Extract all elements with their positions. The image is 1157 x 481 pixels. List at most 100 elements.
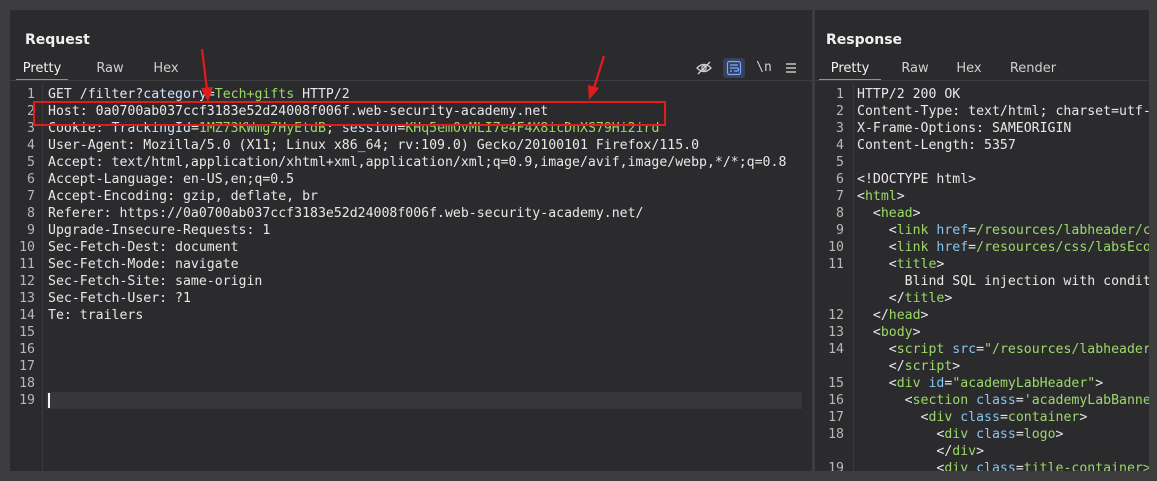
tab-request-pretty[interactable]: Pretty: [16, 58, 68, 81]
code-token: >: [936, 257, 945, 272]
code-token: div: [952, 444, 977, 459]
code-token: >: [920, 308, 929, 323]
code-token: head: [880, 206, 913, 221]
line-number: 14: [19, 308, 35, 323]
code-token: >: [944, 291, 953, 306]
cookie-highlight-box: [33, 101, 666, 126]
code-token: HTTP/2 200 OK: [857, 87, 961, 102]
gutter-divider: [42, 83, 43, 471]
code-token: </: [857, 359, 905, 374]
line-number: 16: [19, 342, 35, 357]
tab-response-raw[interactable]: Raw: [893, 58, 937, 79]
line-text: </script>: [857, 358, 960, 375]
line-text: Content-Type: text/html; charset=utf-8: [857, 103, 1149, 120]
code-token: href: [928, 223, 969, 238]
code-token: div: [944, 427, 969, 442]
line-text: Blind SQL injection with conditional res…: [857, 273, 1149, 290]
code-token: <: [857, 223, 897, 238]
code-token: </: [857, 291, 905, 306]
line-text: Sec-Fetch-Dest: document: [48, 239, 239, 256]
code-token: Sec-Fetch-Dest: document: [48, 240, 239, 255]
line-text: <div class=container>: [857, 409, 1088, 426]
code-token: =: [968, 240, 977, 255]
code-token: GET /filter?: [48, 87, 144, 102]
code-token: div: [944, 461, 969, 471]
code-token: =: [1015, 427, 1024, 442]
eye-off-icon[interactable]: [693, 58, 715, 78]
code-token: Accept-Language: en-US,en;q=0.5: [48, 172, 295, 187]
line-number: 19: [19, 393, 35, 408]
menu-icon[interactable]: [781, 58, 801, 78]
line-text: <script src="/resources/labheader/js/lab…: [857, 341, 1149, 358]
tab-response-render[interactable]: Render: [1003, 58, 1063, 79]
code-token: Blind SQL injection with conditional res…: [904, 274, 1149, 289]
code-token: src: [944, 342, 977, 357]
tab-divider: [815, 80, 1149, 81]
code-token: >: [912, 325, 921, 340]
current-line-highlight: [46, 392, 802, 409]
line-text: <link href=/resources/labheader/css/acad…: [857, 222, 1149, 239]
code-token: <: [857, 189, 865, 204]
wrap-lines-icon[interactable]: [723, 58, 745, 78]
red-arrow-icon: [200, 48, 213, 102]
newline-icon[interactable]: \n: [753, 58, 775, 78]
code-token: link: [896, 223, 929, 238]
line-text: <link href=/resources/css/labsEcommerce.…: [857, 239, 1149, 256]
code-token: Sec-Fetch-Site: same-origin: [48, 274, 263, 289]
code-token: =: [968, 223, 977, 238]
line-number: 18: [19, 376, 35, 391]
code-token: "/resources/labheader/js/labHeader.js": [984, 342, 1149, 357]
line-number: 10: [19, 240, 35, 255]
tab-request-hex[interactable]: Hex: [143, 58, 189, 79]
code-token: /resources/labheader/css/academyLabHeade…: [976, 223, 1149, 238]
line-text: </div>: [857, 443, 984, 460]
code-token: "academyLabHeader": [952, 376, 1096, 391]
line-number: 18: [828, 427, 844, 442]
tab-request-raw[interactable]: Raw: [84, 58, 136, 79]
request-editor[interactable]: 1 GET /filter?category=Tech+gifts HTTP/2 2…: [10, 83, 812, 471]
line-number: 5: [836, 155, 844, 170]
code-token: div: [896, 376, 921, 391]
tab-response-pretty[interactable]: Pretty: [819, 58, 881, 81]
code-token: >: [952, 359, 961, 374]
code-token: title: [904, 291, 945, 306]
line-number: 1: [836, 87, 844, 102]
code-token: <: [857, 427, 945, 442]
line-text: X-Frame-Options: SAMEORIGIN: [857, 120, 1071, 137]
code-token: </: [857, 444, 953, 459]
gutter-divider: [853, 83, 854, 471]
line-number: 8: [27, 206, 35, 221]
code-token: title: [896, 257, 937, 272]
line-number: 15: [19, 325, 35, 340]
line-number: 4: [836, 138, 844, 153]
line-number: 7: [27, 189, 35, 204]
code-token: title-container>: [1023, 461, 1149, 471]
line-number: 1: [27, 87, 35, 102]
line-number: 9: [27, 223, 35, 238]
code-token: class: [968, 393, 1016, 408]
line-number: 9: [836, 223, 844, 238]
line-number: 8: [836, 206, 844, 221]
response-editor[interactable]: 1 HTTP/2 200 OK 2 Content-Type: text/html; …: [815, 83, 1149, 471]
line-number: 14: [828, 342, 844, 357]
line-text: <title>: [857, 256, 945, 273]
line-number: 17: [19, 359, 35, 374]
code-token: div: [928, 410, 953, 425]
line-text: Content-Length: 5357: [857, 137, 1016, 154]
code-token: head: [888, 308, 921, 323]
line-number: 6: [27, 172, 35, 187]
line-number: 2: [27, 104, 35, 119]
code-token: >: [912, 206, 921, 221]
code-token: HTTP/2: [294, 87, 350, 102]
line-number: 7: [836, 189, 844, 204]
code-token: Content-Type: text/html; charset=utf-8: [857, 104, 1149, 119]
tab-divider: [10, 80, 812, 81]
code-token: Tech+gifts: [214, 87, 295, 102]
tab-response-hex[interactable]: Hex: [949, 58, 989, 79]
code-token: Accept: text/html,application/xhtml+xml,…: [48, 155, 787, 170]
line-text: Te: trailers: [48, 307, 143, 324]
code-token: logo: [1023, 427, 1056, 442]
code-token: <: [857, 325, 881, 340]
line-text: <body>: [857, 324, 921, 341]
line-text: <html>: [857, 188, 905, 205]
